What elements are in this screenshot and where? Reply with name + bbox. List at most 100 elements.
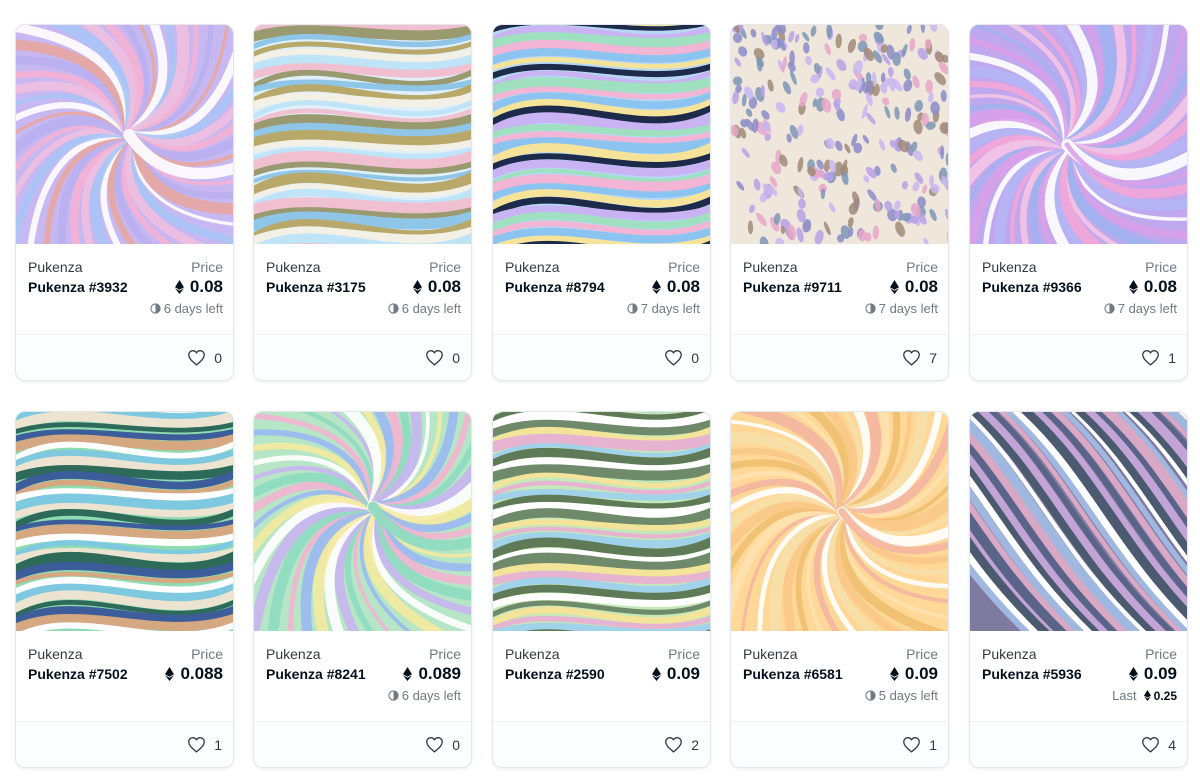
favorite-button[interactable]: 0: [425, 349, 460, 366]
nft-info: Pukenza Pukenza #9366 Price 0.08 7 days …: [970, 244, 1187, 336]
nft-artwork-image[interactable]: [16, 25, 234, 244]
timer-icon: [627, 303, 638, 314]
time-left: 7 days left: [878, 301, 938, 316]
ethereum-icon: [165, 667, 175, 681]
favorite-button[interactable]: 7: [902, 349, 937, 366]
price-value: 0.09: [889, 664, 938, 684]
favorite-button[interactable]: 1: [187, 736, 222, 753]
nft-artwork-image[interactable]: [16, 412, 234, 631]
heart-icon[interactable]: [902, 349, 921, 366]
favorite-count: 0: [452, 349, 460, 366]
nft-info: Pukenza Pukenza #8241 Price 0.089 6 days…: [254, 631, 471, 723]
nft-name[interactable]: Pukenza #8241: [266, 665, 378, 684]
nft-artwork-image[interactable]: [254, 25, 472, 244]
price-amount: 0.088: [180, 664, 223, 683]
favorite-count: 0: [452, 736, 460, 753]
time-left: 5 days left: [878, 688, 938, 703]
nft-artwork-image[interactable]: [731, 25, 949, 244]
nft-info: Pukenza Pukenza #7502 Price 0.088: [16, 631, 233, 723]
ethereum-icon: [412, 280, 422, 294]
nft-card[interactable]: Pukenza Pukenza #8794 Price 0.08 7 days …: [492, 24, 711, 381]
favorite-button[interactable]: 1: [1141, 349, 1176, 366]
time-left: 7 days left: [1117, 301, 1177, 316]
nft-name[interactable]: Pukenza #2590: [505, 665, 617, 684]
nft-artwork-image[interactable]: [970, 412, 1188, 631]
nft-artwork-image[interactable]: [493, 25, 711, 244]
nft-card[interactable]: Pukenza Pukenza #3932 Price 0.08 6 days …: [15, 24, 234, 381]
nft-name[interactable]: Pukenza #8794: [505, 278, 617, 297]
heart-icon[interactable]: [664, 349, 683, 366]
timer-icon: [150, 303, 161, 314]
favorite-button[interactable]: 0: [187, 349, 222, 366]
collection-name[interactable]: Pukenza: [743, 259, 797, 275]
nft-card[interactable]: Pukenza Pukenza #9366 Price 0.08 7 days …: [969, 24, 1188, 381]
nft-name[interactable]: Pukenza #9711: [743, 278, 855, 297]
nft-info: Pukenza Pukenza #9711 Price 0.08 7 days …: [731, 244, 948, 336]
price-amount: 0.09: [666, 664, 700, 683]
time-left: 6 days left: [163, 301, 223, 316]
heart-icon[interactable]: [187, 349, 206, 366]
time-left: 7 days left: [640, 301, 700, 316]
card-footer: 1: [16, 721, 233, 767]
nft-card[interactable]: Pukenza Pukenza #2590 Price 0.09 2: [492, 411, 711, 768]
timer-icon: [865, 690, 876, 701]
price-subtext: 6 days left: [388, 688, 461, 703]
collection-name[interactable]: Pukenza: [982, 646, 1036, 662]
price-label: Price: [1145, 646, 1177, 662]
favorite-button[interactable]: 2: [664, 736, 699, 753]
heart-icon[interactable]: [902, 736, 921, 753]
favorite-button[interactable]: 0: [664, 349, 699, 366]
nft-name[interactable]: Pukenza #9366: [982, 278, 1094, 297]
nft-card[interactable]: Pukenza Pukenza #9711 Price 0.08 7 days …: [730, 24, 949, 381]
favorite-count: 1: [1168, 349, 1176, 366]
nft-card[interactable]: Pukenza Pukenza #6581 Price 0.09 5 days …: [730, 411, 949, 768]
nft-info: Pukenza Pukenza #3932 Price 0.08 6 days …: [16, 244, 233, 336]
heart-icon[interactable]: [1141, 736, 1160, 753]
heart-icon[interactable]: [425, 349, 444, 366]
favorite-button[interactable]: 4: [1141, 736, 1176, 753]
favorite-button[interactable]: 0: [425, 736, 460, 753]
card-footer: 0: [254, 721, 471, 767]
price-label: Price: [191, 646, 223, 662]
favorite-count: 0: [691, 349, 699, 366]
heart-icon[interactable]: [664, 736, 683, 753]
favorite-count: 7: [929, 349, 937, 366]
card-footer: 2: [493, 721, 710, 767]
collection-name[interactable]: Pukenza: [28, 646, 82, 662]
nft-artwork-image[interactable]: [254, 412, 472, 631]
price-amount: 0.08: [189, 277, 223, 296]
nft-card[interactable]: Pukenza Pukenza #8241 Price 0.089 6 days…: [253, 411, 472, 768]
nft-name[interactable]: Pukenza #3175: [266, 278, 378, 297]
price-subtext: 6 days left: [150, 301, 223, 316]
collection-name[interactable]: Pukenza: [505, 646, 559, 662]
nft-artwork-image[interactable]: [493, 412, 711, 631]
favorite-count: 2: [691, 736, 699, 753]
nft-name[interactable]: Pukenza #6581: [743, 665, 855, 684]
favorite-count: 1: [214, 736, 222, 753]
collection-name[interactable]: Pukenza: [266, 259, 320, 275]
favorite-button[interactable]: 1: [902, 736, 937, 753]
nft-name[interactable]: Pukenza #5936: [982, 665, 1094, 684]
nft-name[interactable]: Pukenza #3932: [28, 278, 140, 297]
price-label: Price: [906, 646, 938, 662]
heart-icon[interactable]: [425, 736, 444, 753]
collection-name[interactable]: Pukenza: [266, 646, 320, 662]
nft-artwork-image[interactable]: [731, 412, 949, 631]
nft-card[interactable]: Pukenza Pukenza #3175 Price 0.08 6 days …: [253, 24, 472, 381]
collection-name[interactable]: Pukenza: [982, 259, 1036, 275]
price-amount: 0.08: [904, 277, 938, 296]
heart-icon[interactable]: [1141, 349, 1160, 366]
last-price: 0.25: [1143, 689, 1177, 703]
price-value: 0.088: [165, 664, 223, 684]
card-footer: 0: [16, 334, 233, 380]
nft-name[interactable]: Pukenza #7502: [28, 665, 140, 684]
price-label: Price: [906, 259, 938, 275]
collection-name[interactable]: Pukenza: [28, 259, 82, 275]
collection-name[interactable]: Pukenza: [743, 646, 797, 662]
nft-artwork-image[interactable]: [970, 25, 1188, 244]
favorite-count: 0: [214, 349, 222, 366]
nft-card[interactable]: Pukenza Pukenza #5936 Price 0.09 Last 0.2…: [969, 411, 1188, 768]
nft-card[interactable]: Pukenza Pukenza #7502 Price 0.088 1: [15, 411, 234, 768]
heart-icon[interactable]: [187, 736, 206, 753]
collection-name[interactable]: Pukenza: [505, 259, 559, 275]
